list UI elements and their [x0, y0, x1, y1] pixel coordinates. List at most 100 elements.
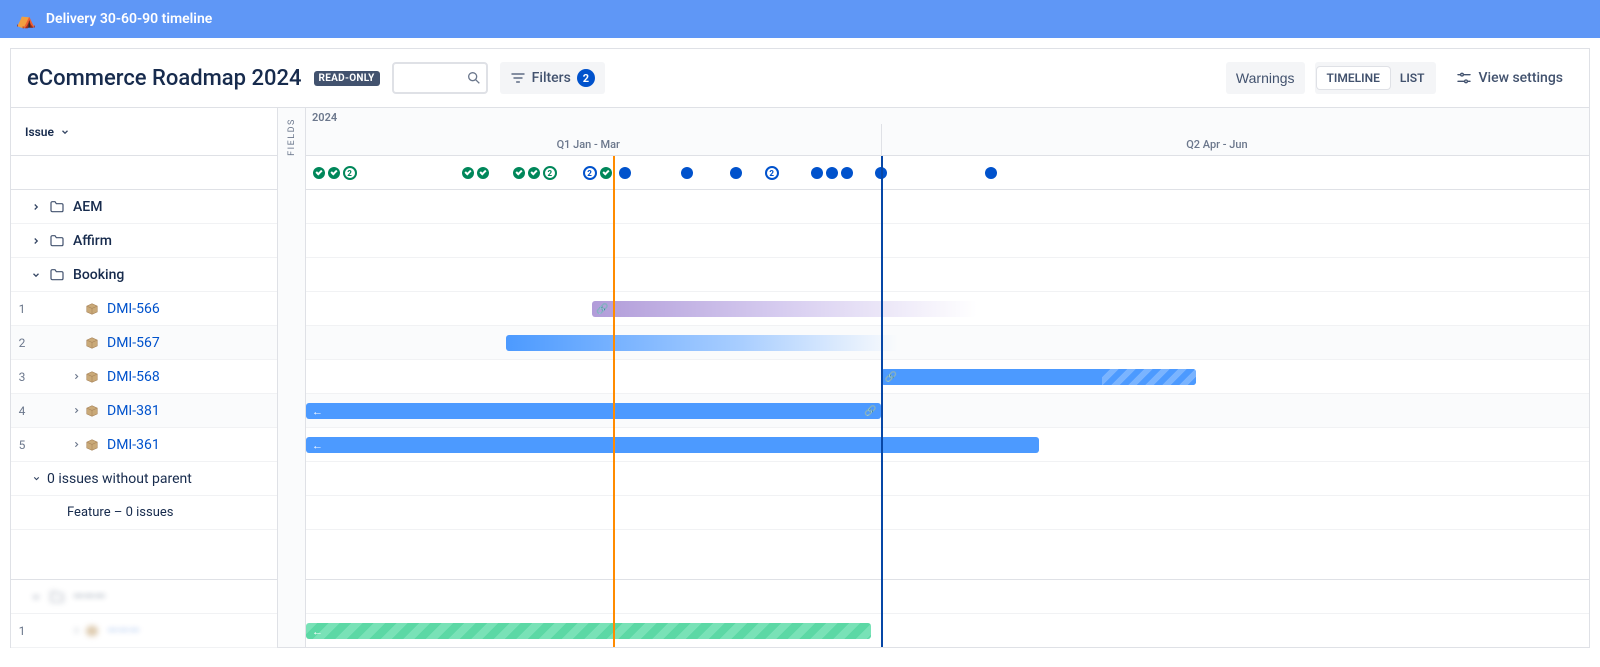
view-list-tab[interactable]: LIST: [1390, 67, 1435, 89]
arrow-left-icon: ←: [312, 439, 323, 452]
issue-row-dmi-567[interactable]: 2 DMI-567: [11, 326, 277, 360]
release-marker: [881, 156, 883, 647]
timeline-row-dmi-568: 🔗: [306, 360, 1589, 394]
milestone-dot[interactable]: [730, 167, 742, 179]
filters-button[interactable]: Filters 2: [500, 62, 605, 94]
sliders-icon: [1456, 70, 1472, 86]
milestone-done[interactable]: [462, 167, 474, 179]
group-aem[interactable]: AEM: [11, 190, 277, 224]
row-number: 4: [11, 404, 33, 418]
feature-empty-row: Feature – 0 issues: [11, 496, 277, 530]
timeline-bar[interactable]: 🔗: [881, 369, 1197, 385]
milestone-done[interactable]: [513, 167, 525, 179]
chevron-right-icon[interactable]: [69, 406, 83, 415]
timeline-bar[interactable]: 🔗: [592, 301, 977, 317]
timeline-row: [306, 190, 1589, 224]
chevron-right-icon[interactable]: [69, 440, 83, 449]
milestone-done[interactable]: [313, 167, 325, 179]
timeline-row: [306, 462, 1589, 496]
chevron-right-icon[interactable]: [69, 372, 83, 381]
timeline-bar[interactable]: ← 🔗: [306, 403, 881, 419]
readonly-badge: READ-ONLY: [314, 71, 380, 86]
row-number: 3: [11, 370, 33, 384]
package-icon: [85, 370, 99, 384]
milestone-count[interactable]: 2: [765, 166, 779, 180]
group-label: ———: [73, 589, 105, 605]
milestone-dot[interactable]: [681, 167, 693, 179]
filters-label: Filters: [532, 70, 571, 86]
warnings-button[interactable]: Warnings: [1226, 62, 1305, 94]
view-settings-button[interactable]: View settings: [1446, 62, 1573, 94]
timeline-row-dmi-567: [306, 326, 1589, 360]
spacer: [306, 530, 1589, 580]
row-number: 1: [11, 624, 33, 638]
timeline-q1-label: Q1 Jan - Mar: [557, 138, 620, 151]
chevron-right-icon: [29, 202, 43, 212]
milestone-done[interactable]: [528, 167, 540, 179]
milestone-done[interactable]: [600, 167, 612, 179]
quarter-divider: [881, 124, 882, 155]
issue-row-dmi-566[interactable]: 1 DMI-566: [11, 292, 277, 326]
issue-key[interactable]: DMI-361: [107, 437, 160, 453]
timeline-header: 2024 Q1 Jan - Mar Q2 Apr - Jun: [306, 108, 1589, 156]
timeline-bar[interactable]: ←: [306, 623, 871, 639]
issue-key[interactable]: DMI-381: [107, 403, 160, 419]
issue-row-dmi-568[interactable]: 3 DMI-568: [11, 360, 277, 394]
fields-label: FIELDS: [287, 118, 297, 156]
toolbar-right: Warnings TIMELINE LIST View settings: [1226, 62, 1573, 94]
group-booking[interactable]: Booking: [11, 258, 277, 292]
milestone-count[interactable]: 2: [543, 166, 557, 180]
milestone-dot[interactable]: [985, 167, 997, 179]
milestone-dot[interactable]: [811, 167, 823, 179]
package-icon: [85, 336, 99, 350]
issue-row-dmi-381[interactable]: 4 DMI-381: [11, 394, 277, 428]
group-label: Affirm: [73, 233, 112, 249]
timeline-year: 2024: [312, 111, 337, 124]
milestone-count[interactable]: 2: [343, 166, 357, 180]
chevron-down-icon: [60, 127, 70, 137]
chevron-down-icon: [29, 592, 43, 602]
timeline-row: [306, 496, 1589, 530]
milestone-done[interactable]: [477, 167, 489, 179]
timeline-bar[interactable]: ←: [306, 437, 1039, 453]
timeline-row: [306, 580, 1589, 614]
milestone-dot[interactable]: [826, 167, 838, 179]
package-icon: [85, 624, 99, 638]
issue-key[interactable]: DMI-568: [107, 369, 160, 385]
package-icon: [85, 404, 99, 418]
today-marker: [613, 156, 615, 647]
folder-icon: [49, 589, 65, 605]
fields-strip[interactable]: FIELDS: [278, 108, 306, 647]
milestone-dot[interactable]: [841, 167, 853, 179]
without-parent-row[interactable]: 0 issues without parent: [11, 462, 277, 496]
issue-column-header[interactable]: Issue: [11, 108, 277, 156]
timeline-row-dmi-381: ← 🔗: [306, 394, 1589, 428]
arrow-left-icon: ←: [312, 405, 323, 418]
chevron-down-icon: [29, 270, 43, 280]
package-icon: [85, 438, 99, 452]
timeline-area: 2024 Q1 Jan - Mar Q2 Apr - Jun 2 2 2 2 🔗: [306, 108, 1589, 647]
folder-icon: [49, 233, 65, 249]
milestone-count[interactable]: 2: [583, 166, 597, 180]
search-icon: [466, 70, 482, 86]
without-parent-label: 0 issues without parent: [47, 471, 192, 487]
issue-row-dmi-361[interactable]: 5 DMI-361: [11, 428, 277, 462]
chevron-right-icon: [69, 626, 83, 635]
filter-icon: [510, 70, 526, 86]
view-timeline-tab[interactable]: TIMELINE: [1317, 67, 1390, 89]
issue-key[interactable]: DMI-566: [107, 301, 160, 317]
filters-count-badge: 2: [577, 69, 595, 87]
banner-emoji: ⛺: [16, 10, 36, 29]
group-blurred[interactable]: ———: [11, 580, 277, 614]
milestone-dot[interactable]: [619, 167, 631, 179]
issue-key[interactable]: DMI-567: [107, 335, 160, 351]
group-affirm[interactable]: Affirm: [11, 224, 277, 258]
milestone-row-spacer: [11, 156, 277, 190]
milestone-done[interactable]: [328, 167, 340, 179]
main-panel: eCommerce Roadmap 2024 READ-ONLY Filters…: [10, 48, 1590, 648]
view-settings-label: View settings: [1478, 70, 1563, 86]
issue-row-blurred[interactable]: 1 ———: [11, 614, 277, 648]
feature-empty-label: Feature – 0 issues: [11, 505, 173, 520]
folder-icon: [49, 199, 65, 215]
timeline-bar[interactable]: [506, 335, 899, 351]
